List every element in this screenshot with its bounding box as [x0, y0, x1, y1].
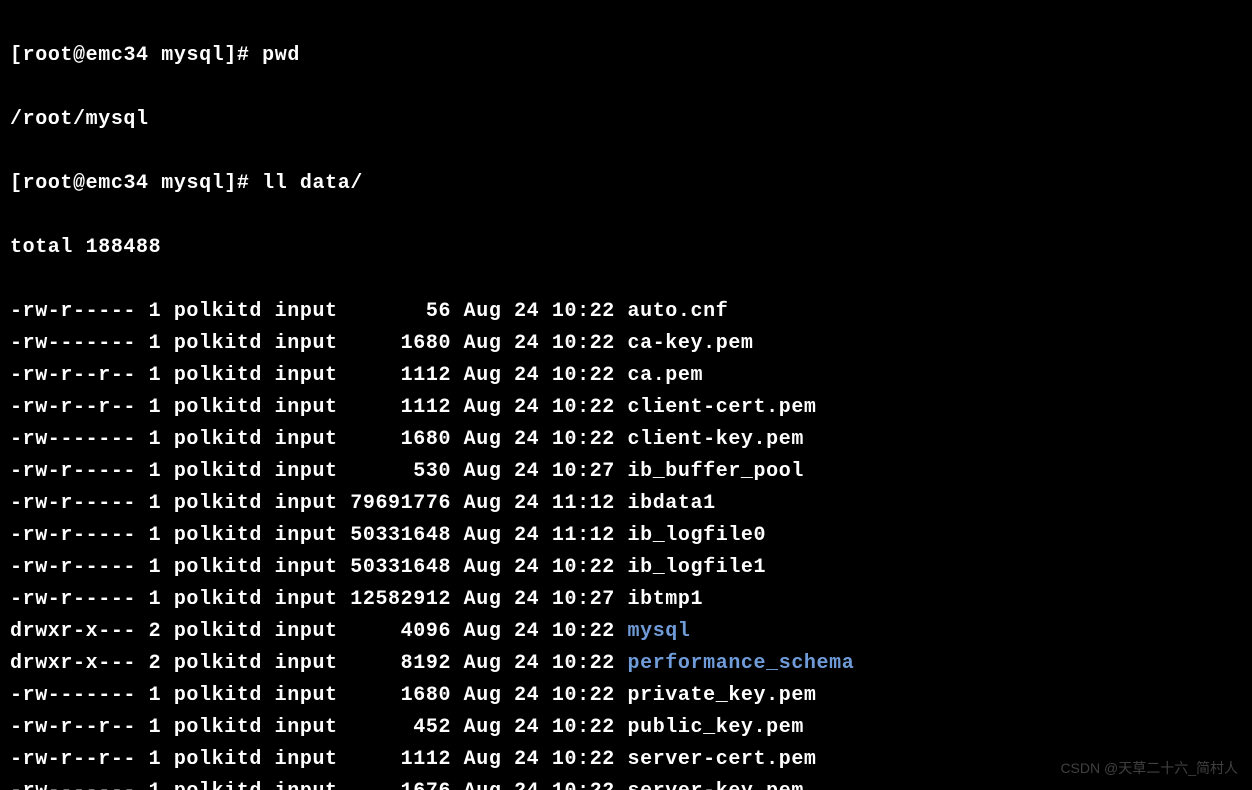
file-row: -rw-r----- 1 polkitd input 50331648 Aug …	[10, 520, 1242, 552]
file-name: client-key.pem	[628, 428, 804, 451]
prompt-host: emc34	[86, 172, 149, 195]
file-row: -rw------- 1 polkitd input 1680 Aug 24 1…	[10, 328, 1242, 360]
file-meta: -rw-r--r-- 1 polkitd input 1112 Aug 24 1…	[10, 396, 628, 419]
file-row: -rw------- 1 polkitd input 1680 Aug 24 1…	[10, 424, 1242, 456]
file-row: -rw------- 1 polkitd input 1680 Aug 24 1…	[10, 680, 1242, 712]
directory-name: mysql	[628, 620, 691, 643]
file-meta: -rw------- 1 polkitd input 1680 Aug 24 1…	[10, 684, 628, 707]
file-row: -rw-r--r-- 1 polkitd input 452 Aug 24 10…	[10, 712, 1242, 744]
file-row: -rw-r----- 1 polkitd input 12582912 Aug …	[10, 584, 1242, 616]
file-meta: drwxr-x--- 2 polkitd input 8192 Aug 24 1…	[10, 652, 628, 675]
file-meta: -rw-r--r-- 1 polkitd input 1112 Aug 24 1…	[10, 748, 628, 771]
file-meta: -rw-r----- 1 polkitd input 530 Aug 24 10…	[10, 460, 628, 483]
file-meta: -rw-r--r-- 1 polkitd input 1112 Aug 24 1…	[10, 364, 628, 387]
file-name: ibtmp1	[628, 588, 704, 611]
file-name: ca.pem	[628, 364, 704, 387]
file-name: ca-key.pem	[628, 332, 754, 355]
directory-name: performance_schema	[628, 652, 855, 675]
prompt-cwd: mysql	[161, 172, 224, 195]
prompt-open: [	[10, 172, 23, 195]
file-name: public_key.pem	[628, 716, 804, 739]
at-symbol: @	[73, 44, 86, 67]
file-row: -rw-r--r-- 1 polkitd input 1112 Aug 24 1…	[10, 392, 1242, 424]
prompt-user: root	[23, 44, 73, 67]
prompt-close: ]	[224, 44, 237, 67]
prompt-line-ll: [root@emc34 mysql]# ll data/	[10, 168, 1242, 200]
watermark: CSDN @天草二十六_简村人	[1060, 752, 1238, 784]
prompt-cwd: mysql	[161, 44, 224, 67]
file-name: ib_buffer_pool	[628, 460, 804, 483]
prompt-close: ]	[224, 172, 237, 195]
file-row: -rw-r----- 1 polkitd input 56 Aug 24 10:…	[10, 296, 1242, 328]
prompt-host: emc34	[86, 44, 149, 67]
file-listing: -rw-r----- 1 polkitd input 56 Aug 24 10:…	[10, 296, 1242, 790]
file-row: -rw-r----- 1 polkitd input 530 Aug 24 10…	[10, 456, 1242, 488]
prompt-line-pwd: [root@emc34 mysql]# pwd	[10, 40, 1242, 72]
file-meta: -rw------- 1 polkitd input 1676 Aug 24 1…	[10, 780, 628, 790]
file-name: server-key.pem	[628, 780, 804, 790]
file-meta: -rw-r----- 1 polkitd input 50331648 Aug …	[10, 556, 628, 579]
prompt-symbol: #	[237, 44, 250, 67]
prompt-open: [	[10, 44, 23, 67]
file-name: ibdata1	[628, 492, 716, 515]
file-meta: -rw------- 1 polkitd input 1680 Aug 24 1…	[10, 428, 628, 451]
file-name: ib_logfile0	[628, 524, 767, 547]
file-row: -rw-r----- 1 polkitd input 50331648 Aug …	[10, 552, 1242, 584]
file-meta: -rw-r----- 1 polkitd input 56 Aug 24 10:…	[10, 300, 628, 323]
at-symbol: @	[73, 172, 86, 195]
pwd-output: /root/mysql	[10, 104, 1242, 136]
file-row: -rw------- 1 polkitd input 1676 Aug 24 1…	[10, 776, 1242, 790]
total-line: total 188488	[10, 232, 1242, 264]
file-meta: -rw-r----- 1 polkitd input 12582912 Aug …	[10, 588, 628, 611]
file-name: auto.cnf	[628, 300, 729, 323]
file-row: -rw-r--r-- 1 polkitd input 1112 Aug 24 1…	[10, 360, 1242, 392]
file-row: -rw-r----- 1 polkitd input 79691776 Aug …	[10, 488, 1242, 520]
file-name: server-cert.pem	[628, 748, 817, 771]
file-row: -rw-r--r-- 1 polkitd input 1112 Aug 24 1…	[10, 744, 1242, 776]
prompt-symbol: #	[237, 172, 250, 195]
file-meta: -rw-r--r-- 1 polkitd input 452 Aug 24 10…	[10, 716, 628, 739]
file-meta: drwxr-x--- 2 polkitd input 4096 Aug 24 1…	[10, 620, 628, 643]
prompt-user: root	[23, 172, 73, 195]
file-meta: -rw------- 1 polkitd input 1680 Aug 24 1…	[10, 332, 628, 355]
command-pwd: pwd	[262, 44, 300, 67]
file-meta: -rw-r----- 1 polkitd input 50331648 Aug …	[10, 524, 628, 547]
file-name: private_key.pem	[628, 684, 817, 707]
terminal-output[interactable]: [root@emc34 mysql]# pwd /root/mysql [roo…	[0, 0, 1252, 790]
file-row: drwxr-x--- 2 polkitd input 4096 Aug 24 1…	[10, 616, 1242, 648]
file-row: drwxr-x--- 2 polkitd input 8192 Aug 24 1…	[10, 648, 1242, 680]
command-ll: ll data/	[262, 172, 363, 195]
file-name: client-cert.pem	[628, 396, 817, 419]
file-name: ib_logfile1	[628, 556, 767, 579]
file-meta: -rw-r----- 1 polkitd input 79691776 Aug …	[10, 492, 628, 515]
